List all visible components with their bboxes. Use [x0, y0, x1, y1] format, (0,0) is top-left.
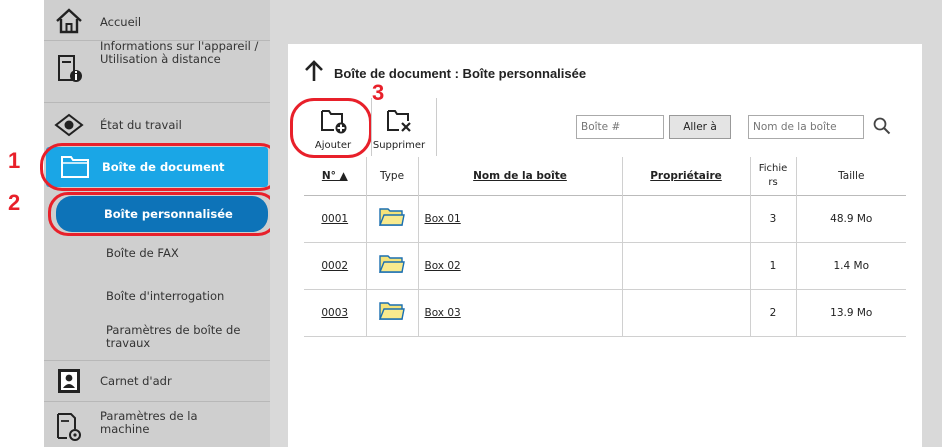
col-header-size: Taille	[838, 169, 865, 182]
sidebar-item-label: Informations sur l'appareil / Utilisatio…	[100, 39, 259, 66]
files-cell: 3	[750, 195, 797, 242]
callout-oval-1	[40, 143, 282, 191]
box-number-input[interactable]	[576, 115, 664, 139]
sidebar-item-home[interactable]: Accueil	[44, 4, 270, 38]
callout-number-2: 2	[8, 190, 21, 215]
sidebar-item-machine-settings[interactable]: Paramètres de la machine	[44, 404, 270, 447]
sidebar-item-polling-box[interactable]: Boîte d'interrogation	[44, 282, 270, 312]
col-header-owner[interactable]: Propriétaire	[622, 157, 751, 195]
folder-icon	[378, 302, 405, 324]
box-number-link[interactable]: 0002	[321, 260, 348, 272]
sidebar-item-job-status[interactable]: État du travail	[44, 108, 270, 142]
sidebar-item-label: Boîte de FAX	[106, 246, 179, 260]
go-to-button[interactable]: Aller à	[669, 115, 731, 139]
col-header-type: Type	[366, 157, 419, 195]
sidebar-item-job-box-settings[interactable]: Paramètres de boîte de travaux	[44, 318, 270, 356]
sidebar-item-label: Paramètres de la machine	[100, 409, 198, 436]
col-header-box-name[interactable]: Nom de la boîte	[418, 157, 623, 195]
table-row: 0002 Box 02 1 1.4 Mo	[304, 242, 906, 289]
divider	[44, 360, 270, 361]
size-cell: 1.4 Mo	[833, 259, 870, 272]
box-number-link[interactable]: 0003	[321, 307, 348, 319]
sidebar-item-label: Accueil	[100, 15, 142, 29]
callout-oval-3	[290, 98, 372, 158]
callout-oval-2	[48, 192, 278, 236]
folder-icon	[378, 255, 405, 277]
page-title: Boîte de document : Boîte personnalisée	[334, 65, 587, 81]
divider	[44, 102, 270, 103]
table-row: 0001 Box 01 3 48.9 Mo	[304, 195, 906, 242]
delete-button-label: Supprimer	[372, 140, 426, 151]
delete-folder-icon	[386, 108, 414, 138]
device-info-icon	[54, 54, 84, 84]
toolbar-divider	[436, 98, 437, 156]
eye-icon	[54, 110, 84, 140]
callout-number-1: 1	[8, 148, 21, 173]
size-cell: 48.9 Mo	[830, 212, 873, 225]
box-name-link[interactable]: Box 01	[425, 213, 461, 225]
sidebar-item-label: Carnet d'adr	[100, 374, 172, 388]
box-number-link[interactable]: 0001	[321, 213, 348, 225]
table-row: 0003 Box 03 2 13.9 Mo	[304, 289, 906, 336]
delete-button[interactable]: Supprimer	[366, 98, 432, 154]
address-book-icon	[54, 366, 84, 396]
settings-page-icon	[54, 412, 84, 442]
home-icon	[54, 6, 84, 36]
page-header: Boîte de document : Boîte personnalisée	[304, 60, 586, 86]
table-header-row: N° ▲ Type Nom de la boîte Propriétaire F…	[304, 157, 906, 195]
sidebar-item-label: État du travail	[100, 118, 182, 132]
sidebar-item-label: Boîte d'interrogation	[106, 289, 225, 303]
files-cell: 1	[750, 242, 797, 289]
sidebar-item-fax-box[interactable]: Boîte de FAX	[44, 240, 270, 270]
search-icon[interactable]	[873, 117, 891, 139]
box-name-link[interactable]: Box 03	[425, 307, 461, 319]
box-table: N° ▲ Type Nom de la boîte Propriétaire F…	[304, 157, 906, 337]
owner-cell	[622, 242, 751, 289]
sidebar-item-device-info[interactable]: Informations sur l'appareil / Utilisatio…	[44, 39, 270, 98]
sidebar-item-label: Paramètres de boîte de travaux	[106, 323, 241, 350]
folder-icon	[378, 208, 405, 230]
col-header-number[interactable]: N° ▲	[304, 157, 367, 195]
col-header-files: Fichie rs	[750, 157, 797, 195]
box-name-link[interactable]: Box 02	[425, 260, 461, 272]
files-cell: 2	[750, 289, 797, 336]
arrow-up-icon[interactable]	[304, 60, 324, 86]
box-name-search-input[interactable]	[748, 115, 864, 139]
owner-cell	[622, 195, 751, 242]
owner-cell	[622, 289, 751, 336]
divider	[44, 401, 270, 402]
sidebar-item-address-book[interactable]: Carnet d'adr	[44, 363, 270, 399]
size-cell: 13.9 Mo	[830, 306, 873, 319]
